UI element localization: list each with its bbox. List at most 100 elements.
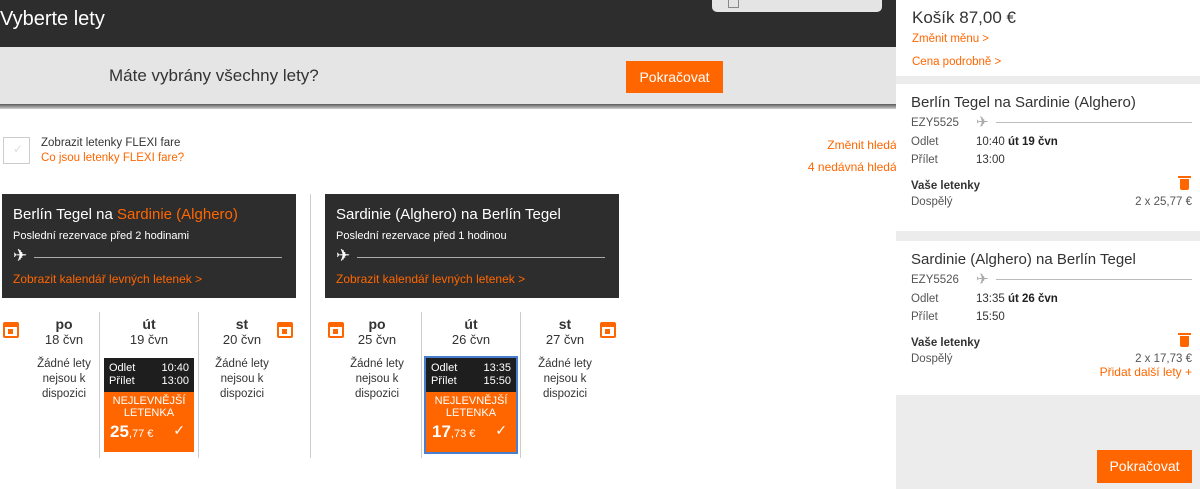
flexi-info-link[interactable]: Co jsou letenky FLEXI fare? <box>41 152 184 164</box>
arrive-label: Přílet <box>911 311 938 323</box>
day-name: út <box>464 316 478 332</box>
return-day-mon[interactable]: po 25 čvn Žádné lety nejsou k dispozici <box>332 316 422 402</box>
route-line <box>34 257 282 258</box>
top-bar: Vyberte lety <box>0 0 896 47</box>
header-tab[interactable] <box>712 0 882 12</box>
arrive-label: Přílet <box>911 154 938 166</box>
plane-icon: ✈ <box>13 246 28 265</box>
depart-date: út 26 čvn <box>1007 293 1058 305</box>
day-date: 26 čvn <box>451 332 491 347</box>
day-date: 20 čvn <box>222 332 262 347</box>
calendar-icon[interactable] <box>277 322 293 338</box>
day-date: 27 čvn <box>545 332 585 347</box>
day-date: 18 čvn <box>44 332 84 347</box>
flight-price: NEJLEVNĚJŠÍ LETENKA 17,73 € ✓ <box>426 392 516 452</box>
tickets-label: Vaše letenky <box>911 337 981 349</box>
column-separator <box>99 312 100 458</box>
return-route-title: Sardinie (Alghero) na Berlín Tegel <box>336 206 561 223</box>
price-dec: ,73 € <box>450 428 476 440</box>
outbound-route-title: Berlín Tegel na Sardinie (Alghero) <box>13 206 238 223</box>
basket-panel: Košík 87,00 € Změnit měnu > Cena podrobn… <box>896 0 1200 489</box>
depart-label: Odlet <box>911 293 939 305</box>
depart-value: 13:35 út 26 čvn <box>976 293 1058 305</box>
segment-line <box>996 279 1192 280</box>
continue-button-basket[interactable]: Pokračovat <box>1097 450 1192 483</box>
no-flights-text: Žádné lety nejsou k dispozici <box>37 358 91 400</box>
arrive-time: 13:00 <box>976 154 1005 166</box>
tickets-label: Vaše letenky <box>911 180 981 192</box>
calendar-icon[interactable] <box>600 322 616 338</box>
outbound-route-origin: Berlín Tegel na <box>13 206 117 223</box>
return-day-wed[interactable]: st 27 čvn Žádné lety nejsou k dispozici <box>520 316 610 402</box>
plane-icon: ✈ <box>336 246 351 265</box>
depart-date: út 19 čvn <box>1007 136 1058 148</box>
flight-times: Odlet 13:35 Přílet 15:50 <box>426 358 516 392</box>
price-dec: ,77 € <box>128 428 154 440</box>
checkbox-icon: ✓ <box>13 142 24 156</box>
all-selected-question: Máte vybrány všechny lety? <box>109 66 319 85</box>
day-name: st <box>235 316 249 332</box>
price-int: 25 <box>110 422 129 441</box>
add-more-flights-link[interactable]: Přidat další lety + <box>1100 365 1192 379</box>
day-name: st <box>558 316 572 332</box>
flight-number: EZY5525 <box>911 117 959 129</box>
day-date: 19 čvn <box>129 332 169 347</box>
arrive-time: 15:50 <box>976 311 1005 323</box>
arrive-time: 13:00 <box>161 375 189 387</box>
basket-segment-outbound: Berlín Tegel na Sardinie (Alghero) EZY55… <box>896 84 1200 231</box>
segment-title: Berlín Tegel na Sardinie (Alghero) <box>911 94 1136 111</box>
plane-icon: ✈ <box>976 271 989 288</box>
change-currency-link[interactable]: Změnit měnu > <box>912 33 989 45</box>
price-amount: 25,77 € <box>110 422 153 442</box>
trash-icon[interactable] <box>1178 333 1191 347</box>
segment-line <box>996 122 1192 123</box>
outbound-last-booking: Poslední rezervace před 2 hodinami <box>13 230 190 242</box>
all-selected-bar: Máte vybrány všechny lety? Pokračovat <box>0 47 896 104</box>
basket-header: Košík 87,00 € Změnit měnu > Cena podrobn… <box>896 0 1200 76</box>
column-separator <box>421 312 422 458</box>
flexi-checkbox[interactable]: ✓ <box>3 137 30 164</box>
outbound-flight-card[interactable]: Odlet 10:40 Přílet 13:00 NEJLEVNĚJŠÍ LETEN… <box>104 358 194 452</box>
depart-time: 10:40 <box>976 136 1005 148</box>
arrive-label: Přílet <box>431 375 457 387</box>
plane-icon: ✈ <box>976 114 989 131</box>
day-name: po <box>55 316 73 332</box>
outbound-calendar-link[interactable]: Zobrazit kalendář levných letenek > <box>13 272 202 286</box>
no-flights-text: Žádné lety nejsou k dispozici <box>350 358 404 400</box>
check-icon: ✓ <box>495 422 507 438</box>
flight-number: EZY5526 <box>911 274 959 286</box>
passenger-price: 2 x 17,73 € <box>1135 353 1192 365</box>
depart-label: Odlet <box>109 362 136 374</box>
calendar-icon <box>728 0 739 8</box>
price-detail-link[interactable]: Cena podrobně > <box>912 56 1001 68</box>
flight-price: NEJLEVNĚJŠÍ LETENKA 25,77 € ✓ <box>104 392 194 452</box>
passenger-label: Dospělý <box>911 353 953 365</box>
basket-segment-return: Sardinie (Alghero) na Berlín Tegel EZY55… <box>896 241 1200 395</box>
return-flight-card[interactable]: Odlet 13:35 Přílet 15:50 NEJLEVNĚJŠÍ LETEN… <box>424 356 518 454</box>
return-calendar-link[interactable]: Zobrazit kalendář levných letenek > <box>336 272 525 286</box>
route-divider <box>310 194 311 458</box>
arrive-label: Přílet <box>109 375 135 387</box>
page-title: Vyberte lety <box>0 8 105 30</box>
price-amount: 17,73 € <box>432 422 475 442</box>
return-route-box: Sardinie (Alghero) na Berlín Tegel Posle… <box>325 194 619 298</box>
cheapest-badge: NEJLEVNĚJŠÍ LETENKA <box>434 395 508 419</box>
outbound-day-wed[interactable]: st 20 čvn Žádné lety nejsou k dispozici <box>197 316 287 402</box>
passenger-label: Dospělý <box>911 196 953 208</box>
return-day-tue[interactable]: út 26 čvn <box>426 316 516 347</box>
trash-icon[interactable] <box>1178 176 1191 190</box>
return-last-booking: Poslední rezervace před 1 hodinou <box>336 230 507 242</box>
day-name: út <box>142 316 156 332</box>
outbound-day-tue[interactable]: út 19 čvn <box>104 316 194 347</box>
arrive-time: 15:50 <box>483 375 511 387</box>
depart-value: 10:40 út 19 čvn <box>976 136 1058 148</box>
outbound-day-mon[interactable]: po 18 čvn Žádné lety nejsou k dispozici <box>19 316 109 402</box>
route-line <box>357 257 605 258</box>
continue-button-top[interactable]: Pokračovat <box>626 61 723 93</box>
segment-title: Sardinie (Alghero) na Berlín Tegel <box>911 251 1136 268</box>
calendar-icon[interactable] <box>3 322 19 338</box>
outbound-route-box: Berlín Tegel na Sardinie (Alghero) Posle… <box>2 194 296 298</box>
depart-time: 13:35 <box>483 362 511 374</box>
depart-time: 10:40 <box>161 362 189 374</box>
flight-times: Odlet 10:40 Přílet 13:00 <box>104 358 194 392</box>
